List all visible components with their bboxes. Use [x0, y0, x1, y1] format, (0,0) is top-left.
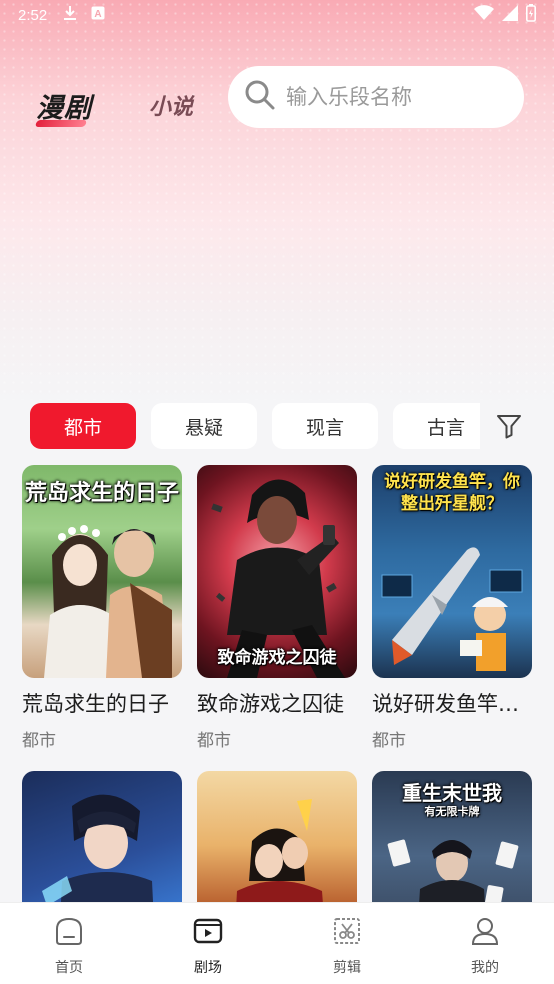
- cover-subtitle-text: 有无限卡牌: [424, 805, 480, 818]
- cover-title-text: 致命游戏之囚徒: [217, 648, 337, 668]
- cover-title-text: 说好研发鱼竿，你整出歼星舰？: [384, 472, 520, 514]
- a-badge-icon: A: [91, 6, 105, 24]
- nav-profile-label: 我的: [471, 960, 499, 976]
- drama-cover[interactable]: 致命游戏之囚徒: [197, 465, 357, 678]
- drama-card[interactable]: 致命游戏之囚徒 致命游戏之囚徒 都市: [197, 465, 357, 751]
- search-icon: [244, 79, 276, 115]
- search-bar[interactable]: [228, 66, 524, 128]
- drama-cover[interactable]: 说好研发鱼竿，你整出歼星舰？: [372, 465, 532, 678]
- drama-tag: 都市: [372, 731, 406, 751]
- tab-active-indicator: [34, 120, 88, 127]
- wifi-icon: [474, 5, 494, 25]
- nav-theater-label: 剧场: [194, 960, 222, 976]
- drama-cover[interactable]: 荒岛求生的日子: [22, 465, 182, 678]
- filter-button[interactable]: [494, 413, 524, 443]
- header-background: [0, 0, 554, 400]
- nav-home-label: 首页: [55, 960, 83, 976]
- drama-tag: 都市: [22, 731, 56, 751]
- download-icon: [63, 5, 77, 25]
- category-chip-guyan[interactable]: 古言: [393, 403, 480, 449]
- battery-icon: [526, 4, 536, 26]
- nav-edit-label: 剪辑: [333, 960, 361, 976]
- category-chip-xuanyi[interactable]: 悬疑: [151, 403, 257, 449]
- category-bar: 都市 悬疑 现言 古言: [0, 403, 554, 451]
- nav-profile[interactable]: 我的: [435, 903, 535, 984]
- drama-title[interactable]: 致命游戏之囚徒: [197, 688, 357, 718]
- drama-card[interactable]: 荒岛求生的日子 荒岛求生的日子 都市: [22, 465, 182, 751]
- signal-icon: [502, 5, 518, 25]
- profile-icon: [469, 903, 501, 951]
- status-bar: 2:52 A: [0, 0, 554, 30]
- category-chip-xianyan[interactable]: 现言: [272, 403, 378, 449]
- search-input[interactable]: [286, 85, 506, 109]
- top-navigation: 漫剧 小说: [0, 66, 554, 128]
- drama-title[interactable]: 荒岛求生的日子: [22, 688, 182, 718]
- status-time: 2:52: [18, 6, 48, 24]
- nav-home[interactable]: 首页: [19, 903, 119, 984]
- edit-icon: [331, 903, 363, 951]
- theater-icon: [192, 903, 224, 951]
- drama-tag: 都市: [197, 731, 231, 751]
- filter-icon: [495, 412, 523, 444]
- category-scroll[interactable]: 都市 悬疑 现言 古言: [30, 403, 480, 451]
- cover-title-text: 重生末世我: [402, 781, 502, 805]
- category-chip-dushi[interactable]: 都市: [30, 403, 136, 449]
- nav-edit[interactable]: 剪辑: [297, 903, 397, 984]
- bottom-navigation: 首页 剧场 剪辑 我的: [0, 902, 554, 984]
- drama-card[interactable]: 说好研发鱼竿，你整出歼星舰？ 说好研发鱼竿，你整出歼星舰？ 都市: [372, 465, 532, 751]
- drama-title[interactable]: 说好研发鱼竿，你整出歼星舰？: [372, 688, 532, 718]
- cover-title-text: 荒岛求生的日子: [24, 481, 179, 506]
- nav-theater[interactable]: 剧场: [158, 903, 258, 984]
- tab-xiaoshuo[interactable]: 小说: [149, 89, 193, 121]
- home-icon: [53, 903, 85, 951]
- svg-text:A: A: [95, 9, 102, 20]
